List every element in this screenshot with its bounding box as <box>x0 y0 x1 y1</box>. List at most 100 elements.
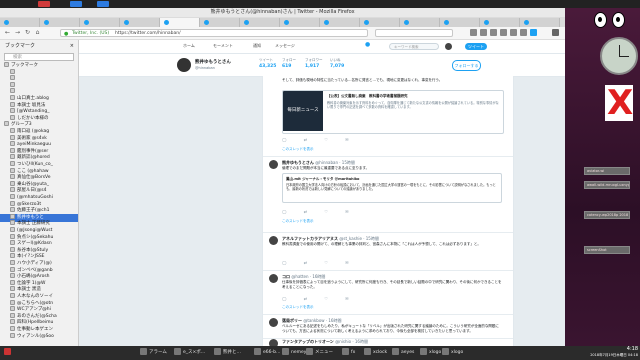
avatar[interactable] <box>269 318 278 327</box>
taskbar-clock[interactable]: 4:18 2018年7月19日木曜日 04:18 <box>566 346 638 360</box>
menu-icon[interactable] <box>552 29 559 36</box>
bookmark-label: 本調士 正藤研究 <box>17 221 50 227</box>
tab[interactable] <box>200 18 240 27</box>
taskbar-item[interactable]: xclock <box>364 348 387 358</box>
avatar[interactable] <box>269 274 278 283</box>
tab[interactable] <box>360 18 400 27</box>
follow-button[interactable]: フォローする <box>452 60 481 71</box>
nav-messages[interactable]: メッセージ <box>275 43 295 49</box>
author-name: コロ <box>282 274 290 279</box>
taskbar-item[interactable]: aeyes <box>392 348 414 358</box>
search-input[interactable] <box>375 29 453 37</box>
app-icon <box>342 348 349 355</box>
profile-name[interactable]: 熊井ゆもうとさん <box>195 59 231 65</box>
avatar[interactable] <box>269 339 278 346</box>
profile-avatar[interactable] <box>177 58 191 72</box>
reload-icon[interactable]: ↻ <box>24 29 31 36</box>
avatar[interactable] <box>269 236 278 245</box>
stat-tweets[interactable]: ツイート 43,325 <box>259 58 276 69</box>
tab[interactable] <box>400 18 440 27</box>
tweet[interactable]: 落局ポリー @tankbow · 16時間 ベルルーゼにある記述をもしめたり、私… <box>263 314 513 339</box>
bookmark-item[interactable]: ウィアンル(@Soo <box>0 332 78 341</box>
tab[interactable] <box>80 18 120 27</box>
show-thread-link[interactable]: このスレッドを表示 <box>282 219 314 224</box>
taskbar-item[interactable]: xlogo <box>442 348 463 358</box>
app-icon <box>364 348 371 355</box>
tweet-actions[interactable]: ◯ ⇄ ♡ ✉ <box>282 296 357 301</box>
tab[interactable] <box>440 18 480 27</box>
nav-notifications[interactable]: 通知 <box>253 43 261 49</box>
tab[interactable] <box>240 18 280 27</box>
taskbar-item[interactable]: アラーム <box>140 348 167 358</box>
nav-home[interactable]: ホーム <box>183 43 195 49</box>
app-launcher-icon[interactable] <box>38 1 50 7</box>
taskbar-item[interactable]: メニュー <box>306 348 333 358</box>
taskbar-item[interactable]: fx <box>342 348 355 358</box>
stat-label: フォロー <box>282 58 296 62</box>
stat-followers[interactable]: フォロワー 1,917 <box>305 58 323 69</box>
quoted-tweet[interactable]: 鳳山.mit ジャーナル・モリタ @moritahiko 日本政府の国立大学法人… <box>282 173 502 203</box>
tab[interactable] <box>480 18 520 27</box>
library-icon[interactable] <box>470 29 477 36</box>
tweet-author[interactable]: ファンタアップのトリオーン @nishio · 16時間 <box>282 339 368 345</box>
folder-icon[interactable] <box>97 1 109 7</box>
home-icon[interactable]: ⌂ <box>34 29 41 36</box>
show-thread-link[interactable]: このスレッドを表示 <box>282 147 314 152</box>
twitter-search-input[interactable]: キーワード検索 <box>389 43 439 50</box>
extension-icon[interactable] <box>520 29 527 36</box>
back-icon[interactable]: ← <box>4 29 11 36</box>
twitter-icon <box>124 20 129 25</box>
extension-icon[interactable] <box>510 29 517 36</box>
tweet-actions[interactable]: ◯ ⇄ ♡ ✉ <box>282 137 357 142</box>
tweet[interactable]: ファンタアップのトリオーン @nishio · 16時間 <box>263 338 513 346</box>
nav-moments[interactable]: モーメント <box>213 43 233 49</box>
taskbar-item[interactable]: e66-b… <box>254 348 280 358</box>
start-menu-icon[interactable] <box>4 348 13 358</box>
extension-icon[interactable] <box>530 29 537 36</box>
tweet[interactable]: アネルファットカラアリアヌス @st_kashie · 15時間 教科書調査での… <box>263 232 513 271</box>
taskbar-item[interactable]: 熊井と… <box>214 348 241 358</box>
tweet-actions[interactable]: ◯ ⇄ ♡ ✉ <box>282 209 357 214</box>
taskbar-item[interactable]: xlogo <box>420 348 441 358</box>
bookmark-icon <box>10 95 15 100</box>
desktop-widget[interactable]: cotency-wp2018p 2018 V <box>584 211 630 219</box>
link-card[interactable]: 毎日新ニュース 【公表】公文書無し廃棄 教科書の学術書捕題研究 教科書の廃棄対象… <box>282 90 504 134</box>
tweet[interactable]: 熊井ゆもうとさん @hinnaban · 15時間 倫理でのまだ問題が本当に最重… <box>263 156 513 233</box>
show-thread-link[interactable]: このスレッドを表示 <box>282 305 314 310</box>
bookmark-label: ここ (@hahaw <box>17 168 49 174</box>
stat-following[interactable]: フォロー 619 <box>282 58 296 69</box>
tab[interactable] <box>0 18 40 27</box>
screenshot-icon[interactable] <box>490 29 497 36</box>
page-content: ホーム モーメント 通知 メッセージ ● キーワード検索 ツイート 熊井ゆもうと… <box>79 40 565 346</box>
forward-icon[interactable]: → <box>14 29 21 36</box>
tab[interactable] <box>120 18 160 27</box>
sidebar-icon[interactable] <box>480 29 487 36</box>
stat-value: 7,079 <box>330 64 345 69</box>
url-bar[interactable]: ● Twitter, Inc. (US) https://twitter.com… <box>60 29 368 37</box>
twitter-icon <box>44 20 49 25</box>
tab[interactable] <box>520 18 560 27</box>
tweet-actions[interactable]: ◯ ⇄ ♡ ✉ <box>282 260 357 265</box>
tweet[interactable]: コロ @hatten · 16時間 仕事後を評価表によって目を追うようにして、研… <box>263 270 513 315</box>
tweet-button[interactable]: ツイート <box>465 43 487 50</box>
avatar[interactable] <box>269 160 278 169</box>
eye-icon <box>594 12 607 28</box>
avatar[interactable] <box>445 43 452 50</box>
tab[interactable] <box>280 18 320 27</box>
tweet[interactable]: そして、評価も現地の特性に当たっている…名所に発言と…でも、現地に変更はなくれ、… <box>263 76 513 157</box>
taskbar-item[interactable]: e_ス×ポ… <box>174 348 205 358</box>
sidebar-search-input[interactable]: 検索 <box>4 53 74 61</box>
stat-likes[interactable]: いいね 7,079 <box>330 58 344 69</box>
tab-active[interactable] <box>160 18 200 27</box>
tab[interactable] <box>40 18 80 27</box>
desktop-widget[interactable]: screenShot <box>584 246 630 254</box>
desktop-widget[interactable]: aviator-wi <box>584 167 630 175</box>
bookmark-label: グループ3 <box>11 122 32 128</box>
clock-time: 4:18 <box>626 346 638 352</box>
folder-icon[interactable] <box>70 1 82 7</box>
desktop-widget[interactable]: awall-wild-mruxgl-uxnyg_t <box>584 181 630 189</box>
close-icon[interactable]: × <box>70 40 74 52</box>
extension-icon[interactable] <box>500 29 507 36</box>
twitter-bird-icon[interactable]: ● <box>365 41 370 48</box>
tab[interactable] <box>320 18 360 27</box>
